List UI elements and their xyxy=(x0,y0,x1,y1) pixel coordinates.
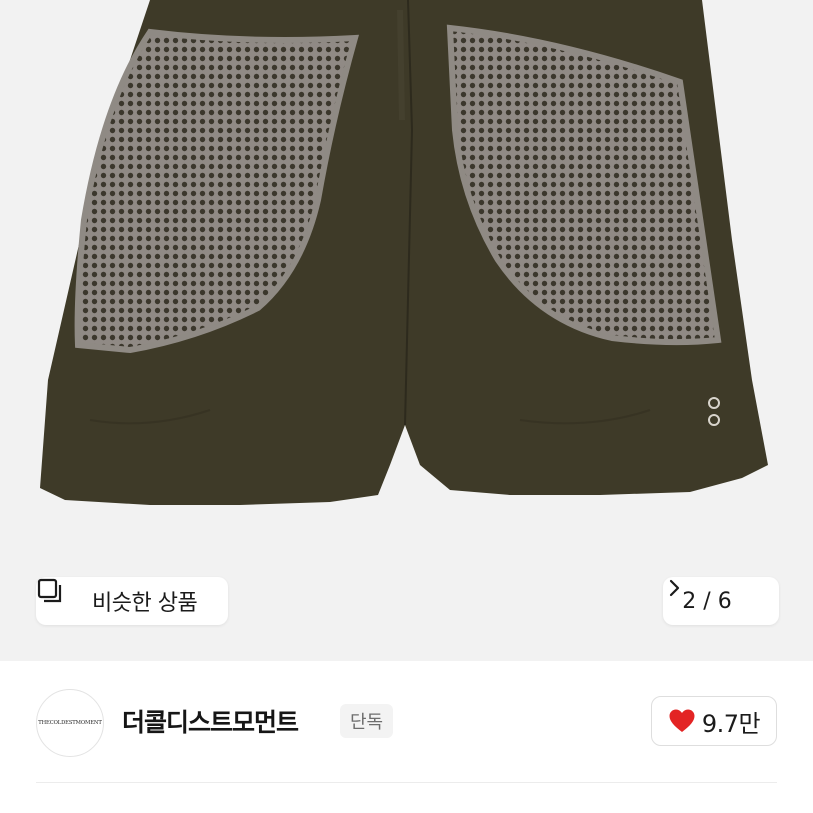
like-count: 9.7만 xyxy=(701,709,761,738)
image-pager-counter: 2 / 6 xyxy=(682,588,732,614)
similar-products-button[interactable]: 비슷한 상품 xyxy=(36,577,228,625)
similar-items-icon xyxy=(37,578,80,615)
divider xyxy=(36,782,777,783)
chevron-right-icon[interactable] xyxy=(669,579,760,612)
similar-products-label: 비슷한 상품 xyxy=(92,591,198,616)
exclusive-badge: 단독 xyxy=(340,704,394,738)
brand-row[interactable]: THECOLDESTMOMENT 더콜디스트모먼트 단독 9.7만 xyxy=(0,661,813,813)
brand-name[interactable]: 더콜디스트모먼트 xyxy=(122,703,299,739)
product-photo-shorts xyxy=(40,0,768,505)
brand-logo[interactable]: THECOLDESTMOMENT xyxy=(36,689,104,757)
image-pager[interactable]: 2 / 6 xyxy=(663,577,779,625)
product-image-viewer[interactable]: 비슷한 상품 2 / 6 xyxy=(0,0,813,661)
brand-logo-text: THECOLDESTMOMENT xyxy=(38,720,102,726)
heart-icon xyxy=(668,708,696,734)
like-button[interactable]: 9.7만 xyxy=(651,696,777,746)
